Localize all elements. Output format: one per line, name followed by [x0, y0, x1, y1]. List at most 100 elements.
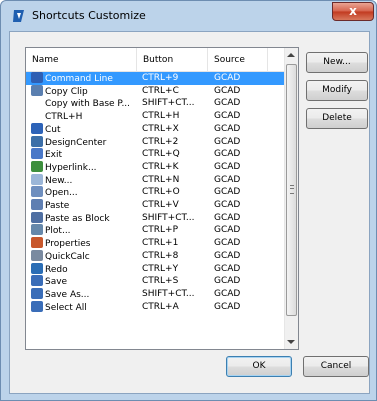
vertical-scrollbar[interactable]: [284, 48, 298, 349]
row-button-cell: CTRL+O: [142, 187, 180, 197]
row-source-cell: GCAD: [214, 124, 241, 134]
row-button-cell: CTRL+Q: [142, 149, 180, 159]
row-name: CTRL+H: [45, 112, 83, 122]
row-source-cell: GCAD: [214, 251, 241, 261]
copy-clip-icon: [31, 85, 43, 96]
row-name-cell: Hyperlink...: [31, 161, 143, 174]
title-bar[interactable]: Shortcuts Customize x: [1, 1, 376, 31]
select-all-icon: [31, 301, 43, 312]
row-button-cell: CTRL+P: [142, 225, 179, 235]
row-source-cell: GCAD: [214, 238, 241, 248]
table-row[interactable]: Command Line CTRL+9 GCAD: [26, 72, 284, 85]
table-row[interactable]: CTRL+H CTRL+H GCAD: [26, 110, 284, 123]
row-button-cell: CTRL+S: [142, 276, 179, 286]
row-name: Copy with Base P...: [45, 99, 131, 109]
redo-icon: [31, 263, 43, 274]
row-name: Select All: [45, 303, 87, 313]
table-row[interactable]: QuickCalc CTRL+8 GCAD: [26, 250, 284, 263]
row-name-cell: Command Line: [31, 72, 143, 85]
row-name-cell: Select All: [31, 301, 143, 314]
scroll-up-arrow-icon[interactable]: [287, 53, 295, 57]
row-button-cell: CTRL+9: [142, 73, 179, 83]
quickcalc-icon: [31, 250, 43, 261]
hyperlink-icon: [31, 161, 43, 172]
row-name: New...: [45, 176, 73, 186]
row-name: Command Line: [45, 74, 113, 84]
new-button[interactable]: New...: [306, 52, 368, 73]
row-name-cell: QuickCalc: [31, 250, 143, 263]
save-as-icon: [31, 288, 43, 299]
table-row[interactable]: Select All CTRL+A GCAD: [26, 301, 284, 314]
row-name: DesignCenter: [45, 138, 107, 148]
row-button-cell: CTRL+8: [142, 251, 179, 261]
table-row[interactable]: Save CTRL+S GCAD: [26, 275, 284, 288]
row-name-cell: Plot...: [31, 224, 143, 237]
ok-button[interactable]: OK: [226, 356, 292, 377]
row-name-cell: Properties: [31, 237, 143, 250]
cut-icon: [31, 123, 43, 134]
table-row[interactable]: Open... CTRL+O GCAD: [26, 186, 284, 199]
row-name: Paste as Block: [45, 214, 110, 224]
row-source-cell: GCAD: [214, 162, 241, 172]
blank-icon: [31, 97, 43, 108]
modify-button[interactable]: Modify: [306, 80, 368, 101]
command-line-icon: [31, 72, 43, 83]
row-source-cell: GCAD: [214, 98, 241, 108]
row-source-cell: GCAD: [214, 225, 241, 235]
row-name-cell: Save As...: [31, 288, 143, 301]
plot-icon: [31, 224, 43, 235]
shortcut-list[interactable]: Name Button Source Command Line CTRL+9 GCA…: [25, 47, 299, 350]
delete-button[interactable]: Delete: [306, 108, 368, 129]
scroll-grip-icon: [290, 185, 294, 194]
row-name-cell: Exit: [31, 148, 143, 161]
row-button-cell: CTRL+V: [142, 200, 179, 210]
table-row[interactable]: Cut CTRL+X GCAD: [26, 123, 284, 136]
list-header: Name Button Source: [26, 48, 284, 72]
row-name: Properties: [45, 239, 91, 249]
close-button[interactable]: x: [332, 2, 374, 21]
table-row[interactable]: Properties CTRL+1 GCAD: [26, 237, 284, 250]
paste-block-icon: [31, 212, 43, 223]
row-name: Plot...: [45, 226, 71, 236]
row-name-cell: CTRL+H: [31, 110, 143, 123]
scroll-down-arrow-icon[interactable]: [287, 340, 295, 344]
row-name-cell: Save: [31, 275, 143, 288]
table-row[interactable]: Save As... SHIFT+CT... GCAD: [26, 288, 284, 301]
properties-icon: [31, 237, 43, 248]
row-source-cell: GCAD: [214, 200, 241, 210]
row-source-cell: GCAD: [214, 149, 241, 159]
designcenter-icon: [31, 136, 43, 147]
column-header-name[interactable]: Name: [26, 48, 137, 71]
row-source-cell: GCAD: [214, 187, 241, 197]
app-icon: [13, 10, 24, 22]
column-header-source[interactable]: Source: [208, 48, 268, 71]
row-name: Open...: [45, 188, 78, 198]
new-icon: [31, 174, 43, 185]
exit-icon: [31, 148, 43, 159]
row-source-cell: GCAD: [214, 111, 241, 121]
row-button-cell: SHIFT+CT...: [142, 289, 195, 299]
paste-icon: [31, 199, 43, 210]
scroll-thumb[interactable]: [286, 64, 297, 316]
blank-icon: [31, 110, 43, 121]
row-name: Paste: [45, 201, 70, 211]
column-header-button[interactable]: Button: [137, 48, 208, 71]
row-source-cell: GCAD: [214, 276, 241, 286]
row-name: Hyperlink...: [45, 163, 97, 173]
cancel-button[interactable]: Cancel: [303, 356, 369, 377]
table-row[interactable]: Plot... CTRL+P GCAD: [26, 224, 284, 237]
table-row[interactable]: Paste CTRL+V GCAD: [26, 199, 284, 212]
row-button-cell: CTRL+X: [142, 124, 179, 134]
row-name-cell: Paste: [31, 199, 143, 212]
table-row[interactable]: Exit CTRL+Q GCAD: [26, 148, 284, 161]
row-name-cell: Copy with Base P...: [31, 97, 143, 110]
table-row[interactable]: Hyperlink... CTRL+K GCAD: [26, 161, 284, 174]
table-row[interactable]: Copy with Base P... SHIFT+CT... GCAD: [26, 97, 284, 110]
row-name: Redo: [45, 265, 68, 275]
row-source-cell: GCAD: [214, 289, 241, 299]
row-name: Save As...: [45, 290, 90, 300]
row-name: Exit: [45, 150, 63, 160]
row-name: Copy Clip: [45, 87, 88, 97]
row-button-cell: SHIFT+CT...: [142, 98, 195, 108]
row-name-cell: Open...: [31, 186, 143, 199]
